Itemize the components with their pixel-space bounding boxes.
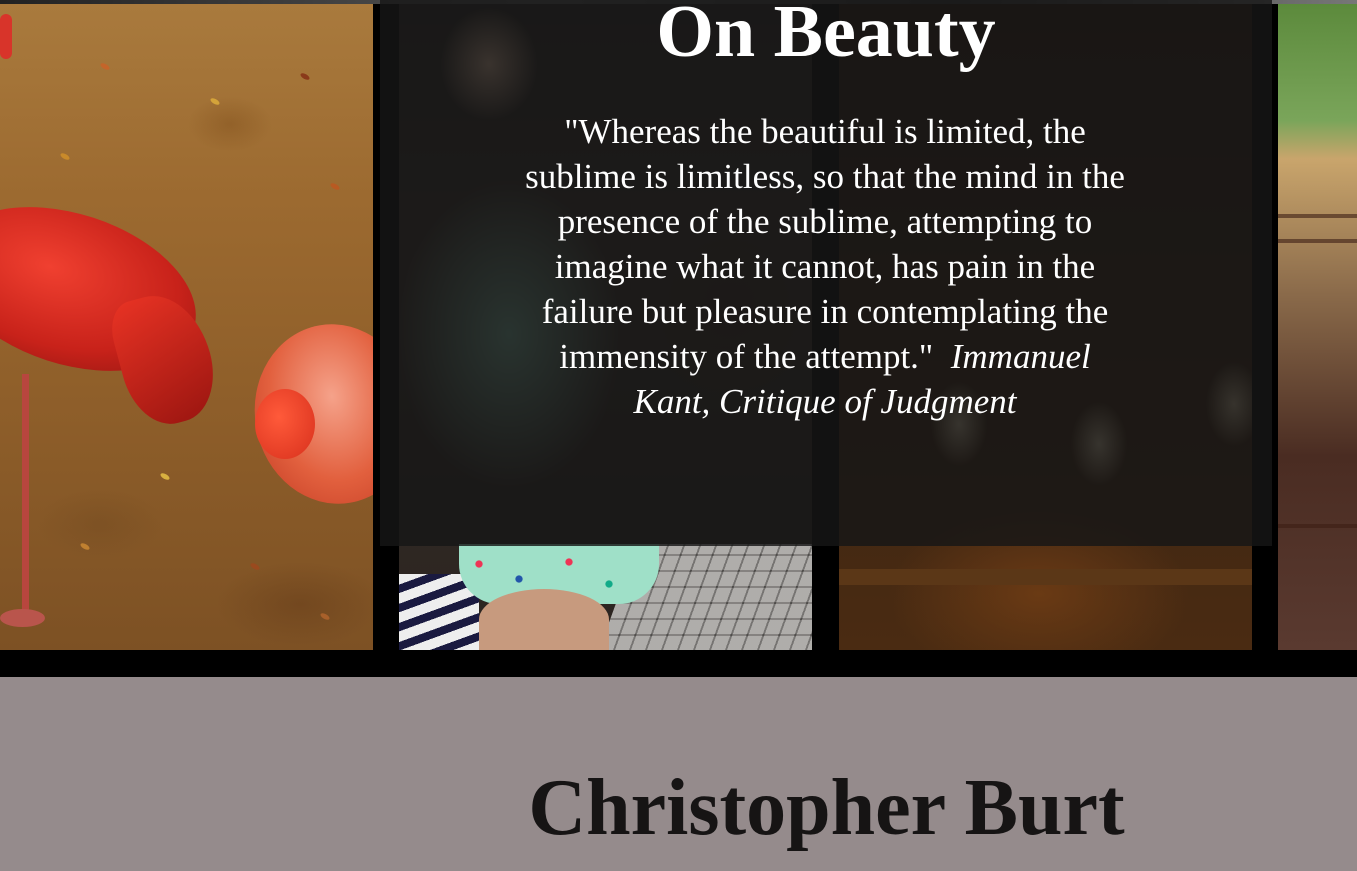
quote-body: "Whereas the beautiful is limited, the s… <box>525 109 1125 424</box>
leaf <box>99 61 111 72</box>
child-feet <box>479 589 609 650</box>
gallery-photo-flamingos[interactable] <box>0 4 373 650</box>
leaf <box>209 96 221 107</box>
flamingo-left-foot <box>0 609 45 627</box>
plank-line <box>1278 214 1357 218</box>
author-name: Christopher Burt <box>528 764 1125 852</box>
flamingo-left-leg <box>22 374 29 624</box>
flamingo-right-head <box>255 389 315 459</box>
leaf <box>319 611 331 622</box>
leaf <box>59 151 71 162</box>
plank-line <box>1278 239 1357 243</box>
plank-line <box>1278 524 1357 528</box>
gallery-photo-right[interactable] <box>1278 4 1357 650</box>
leaf <box>79 541 91 552</box>
quote-panel: On Beauty "Whereas the beautiful is limi… <box>380 0 1272 546</box>
wooden-ledge <box>839 569 1252 585</box>
leaf <box>159 471 171 482</box>
photo-gallery: On Beauty "Whereas the beautiful is limi… <box>0 0 1357 677</box>
flamingo-left-tail <box>104 284 226 434</box>
flamingo-top-neck <box>0 14 12 59</box>
leaf <box>299 71 311 82</box>
author-bar: Christopher Burt <box>0 677 1357 871</box>
leaf <box>329 181 341 192</box>
quote-title: On Beauty <box>656 0 996 73</box>
leaf <box>249 561 261 572</box>
